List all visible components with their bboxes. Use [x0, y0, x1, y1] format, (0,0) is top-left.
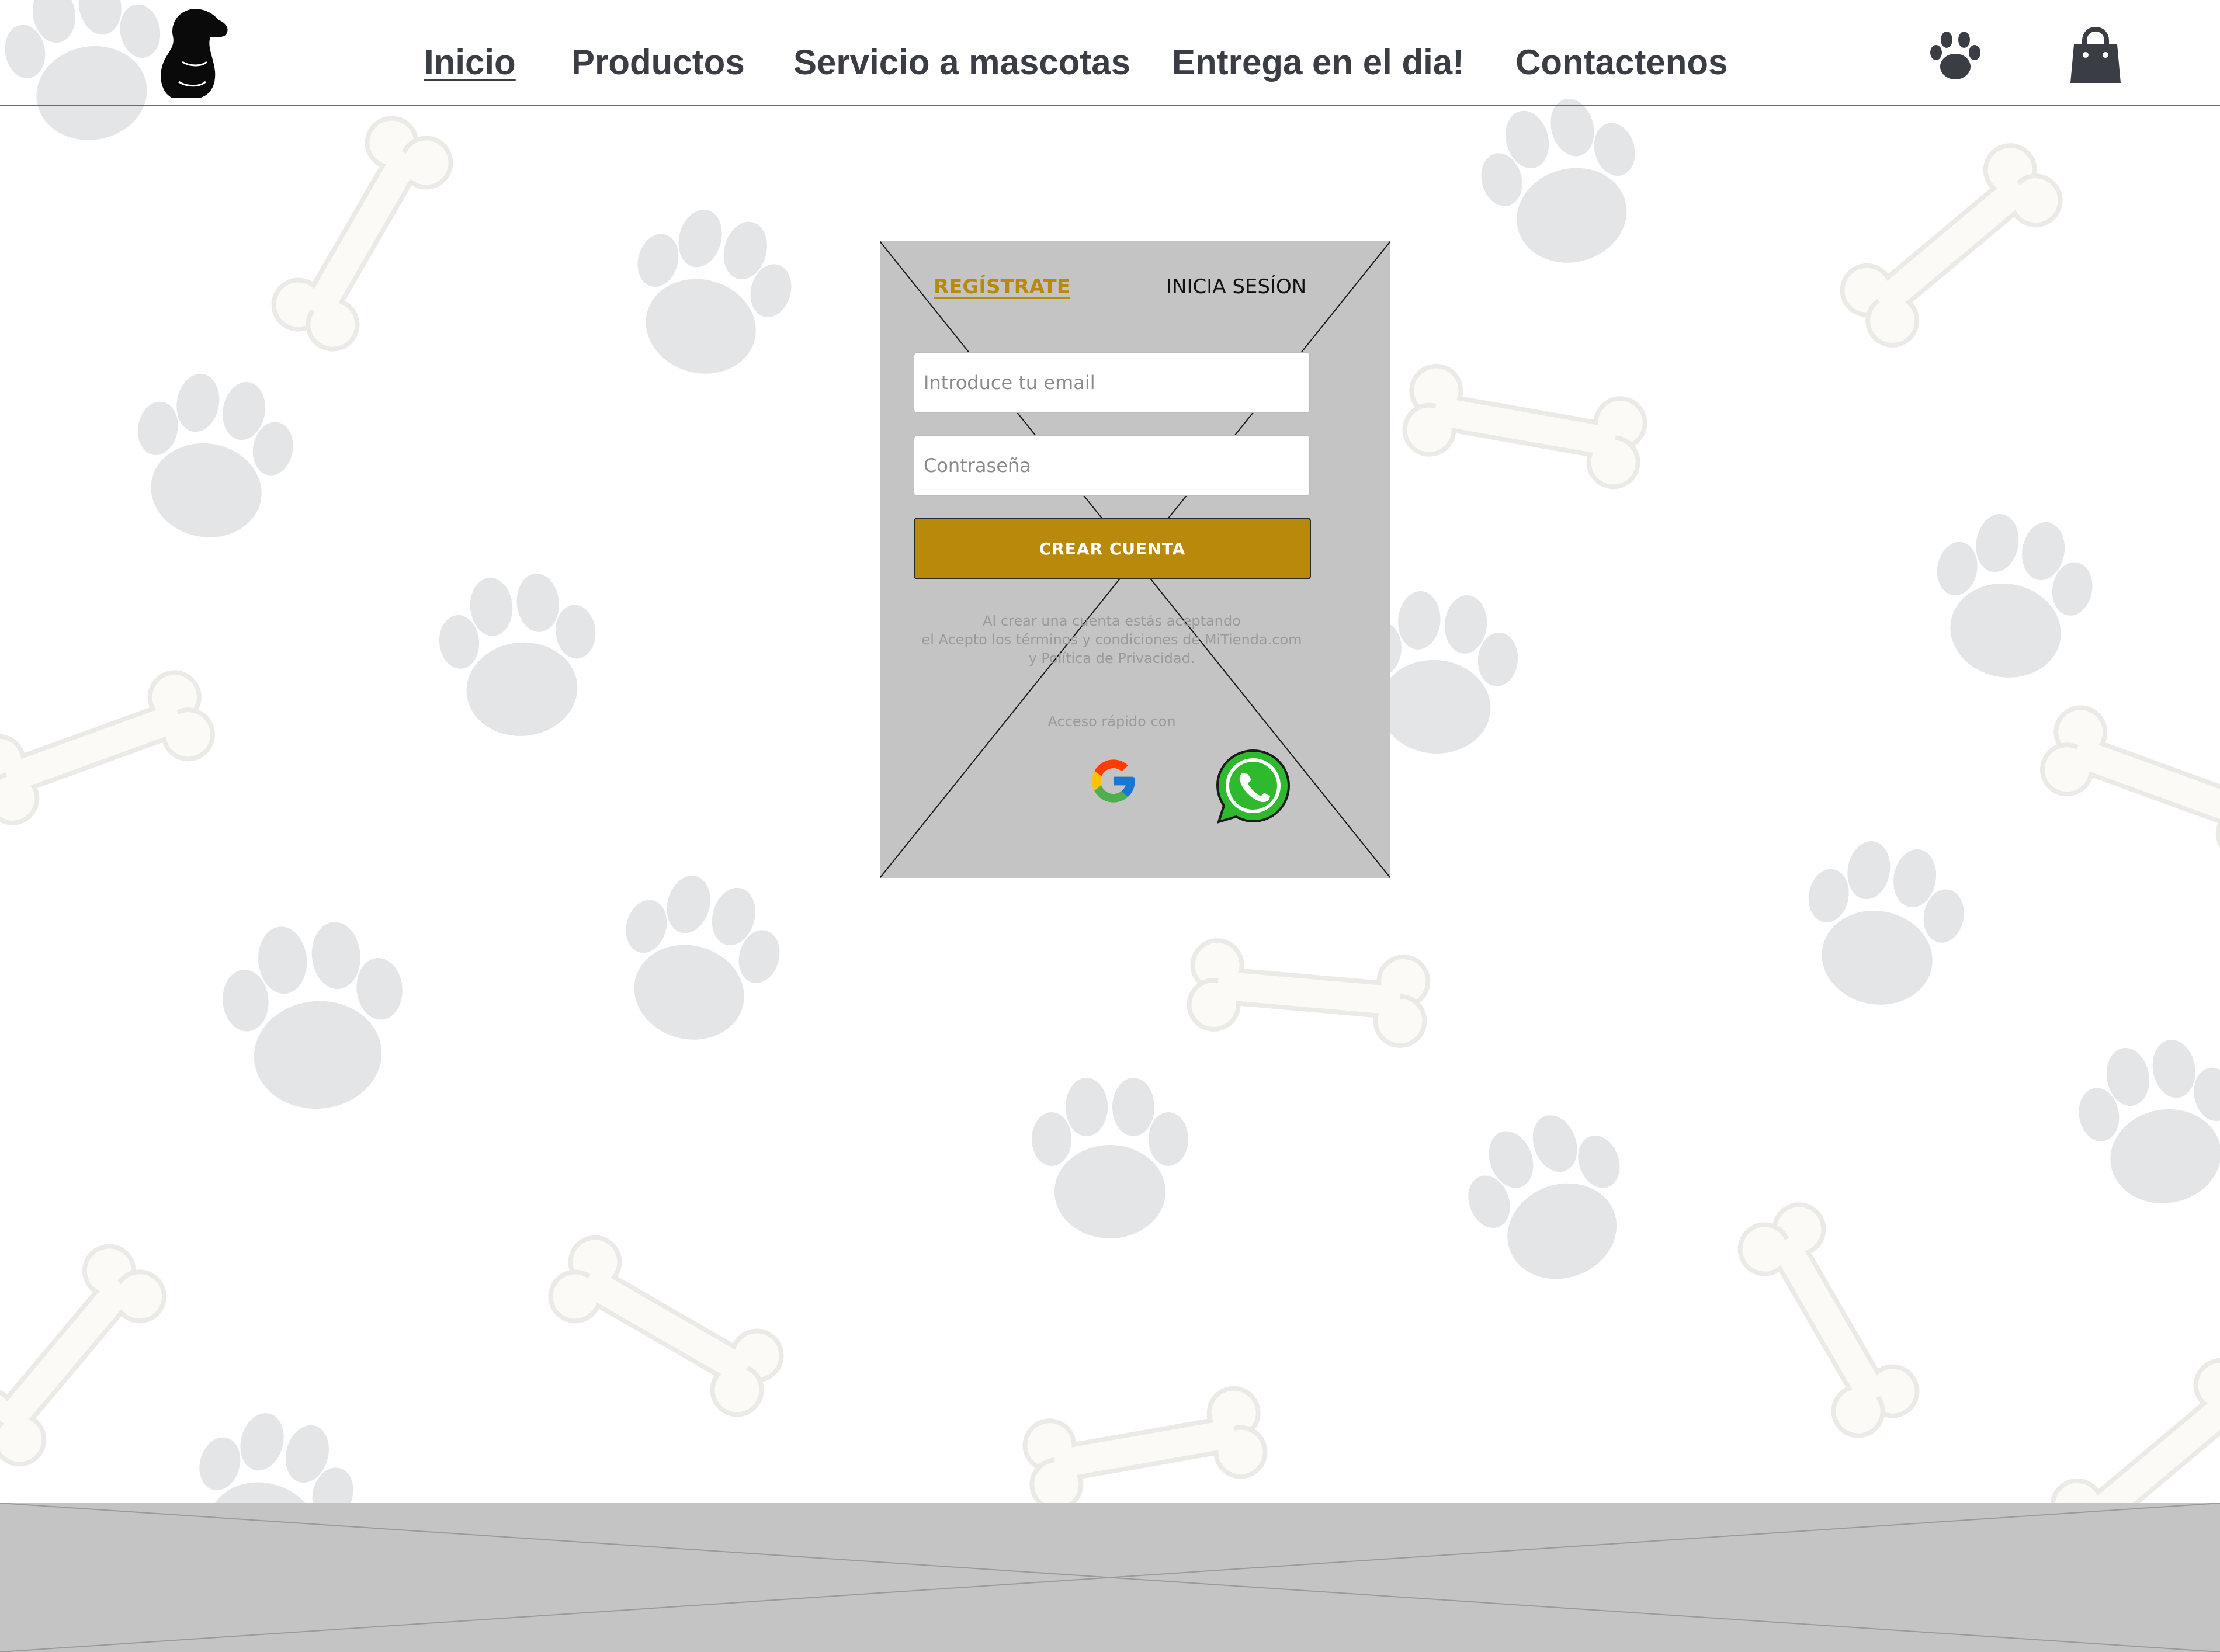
footer-placeholder-cross: [0, 1503, 2220, 1652]
nav-servicio-mascotas[interactable]: Servicio a mascotas: [793, 42, 1130, 82]
password-input[interactable]: [914, 435, 1310, 496]
whatsapp-icon[interactable]: [1214, 747, 1292, 825]
google-icon[interactable]: [1088, 755, 1139, 807]
site-header: Inicio Productos Servicio a mascotas Ent…: [0, 0, 2220, 106]
tab-register[interactable]: REGÍSTRATE: [934, 275, 1070, 299]
create-account-button[interactable]: CREAR CUENTA: [914, 518, 1311, 579]
footer-placeholder: [0, 1503, 2220, 1652]
terms-line[interactable]: y Política de Privacidad.: [903, 649, 1320, 668]
terms-line: Al crear una cuenta estás aceptando: [983, 613, 1241, 629]
tab-login[interactable]: INICIA SESÍON: [1166, 275, 1306, 299]
nav-inicio[interactable]: Inicio: [424, 42, 516, 82]
email-input[interactable]: [914, 352, 1310, 413]
nav-productos[interactable]: Productos: [571, 42, 745, 82]
nav-entrega-dia[interactable]: Entrega en el dia!: [1172, 42, 1464, 82]
quick-access-label: Acceso rápido con: [1047, 713, 1176, 730]
nav-contactenos[interactable]: Contactenos: [1515, 42, 1728, 82]
shopping-bag-icon[interactable]: [2068, 27, 2123, 85]
terms-notice: Al crear una cuenta estás aceptando el A…: [903, 612, 1320, 668]
login-card: REGÍSTRATE INICIA SESÍON CREAR CUENTA Al…: [880, 241, 1390, 878]
terms-line[interactable]: el Acepto los términos y condiciones de …: [903, 630, 1320, 649]
paw-icon[interactable]: [1928, 30, 1983, 83]
main-nav: Inicio Productos Servicio a mascotas Ent…: [0, 0, 2220, 106]
